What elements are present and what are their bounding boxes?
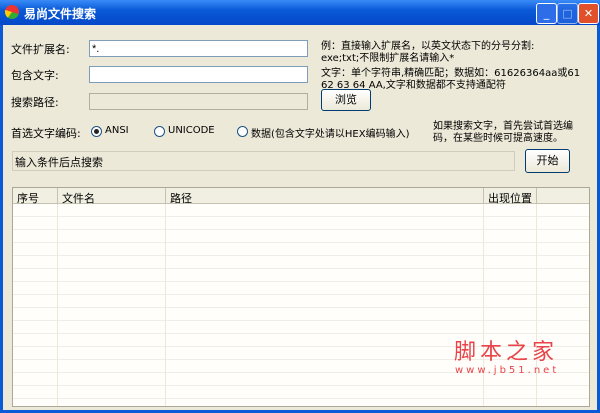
app-window: 易尚文件搜索 _ □ ✕ 文件扩展名: 包含文字: 搜索路径: 浏览 例：直接输… [0, 0, 600, 413]
window-title: 易尚文件搜索 [24, 7, 97, 21]
watermark-url: www.jb51.net [455, 365, 560, 376]
path-label: 搜索路径: [11, 96, 59, 109]
col-header-index[interactable]: 序号 [13, 188, 58, 205]
app-logo-icon [5, 5, 19, 19]
radio-unicode[interactable] [154, 126, 165, 137]
radio-data[interactable] [237, 126, 248, 137]
column-divider [165, 204, 166, 406]
title-bar: 易尚文件搜索 _ □ ✕ [0, 0, 600, 25]
path-input[interactable] [89, 93, 308, 110]
col-header-blank [537, 188, 589, 204]
col-header-path[interactable]: 路径 [166, 188, 484, 205]
text-hint-line2: 62 63 64 AA,文字和数据都不支持通配符 [321, 80, 506, 91]
radio-data-label[interactable]: 数据(包含文字处请以HEX编码输入) [251, 125, 410, 140]
maximize-button[interactable]: □ [557, 3, 578, 24]
speed-hint-line2: 码，在某些时候可提高速度。 [433, 133, 563, 144]
radio-ansi-label[interactable]: ANSI [105, 125, 129, 136]
radio-unicode-label[interactable]: UNICODE [168, 125, 215, 136]
start-button[interactable]: 开始 [525, 149, 570, 173]
col-header-filename[interactable]: 文件名 [58, 188, 166, 205]
encoding-label: 首选文字编码: [11, 127, 81, 140]
status-text: 输入条件后点搜索 [15, 156, 103, 169]
text-input[interactable] [89, 66, 308, 83]
close-button[interactable]: ✕ [578, 3, 599, 24]
ext-input[interactable] [89, 40, 308, 57]
radio-ansi[interactable] [91, 126, 102, 137]
column-divider [57, 204, 58, 406]
text-label: 包含文字: [11, 69, 59, 82]
browse-button[interactable]: 浏览 [321, 89, 371, 111]
ext-hint-line2: exe;txt;不限制扩展名请输入* [321, 53, 455, 64]
status-bar: 输入条件后点搜索 [12, 151, 515, 171]
minimize-button[interactable]: _ [536, 3, 557, 24]
col-header-position[interactable]: 出现位置 [484, 188, 537, 205]
watermark-logo: 脚本之家 [454, 340, 559, 365]
ext-label: 文件扩展名: [11, 43, 70, 56]
